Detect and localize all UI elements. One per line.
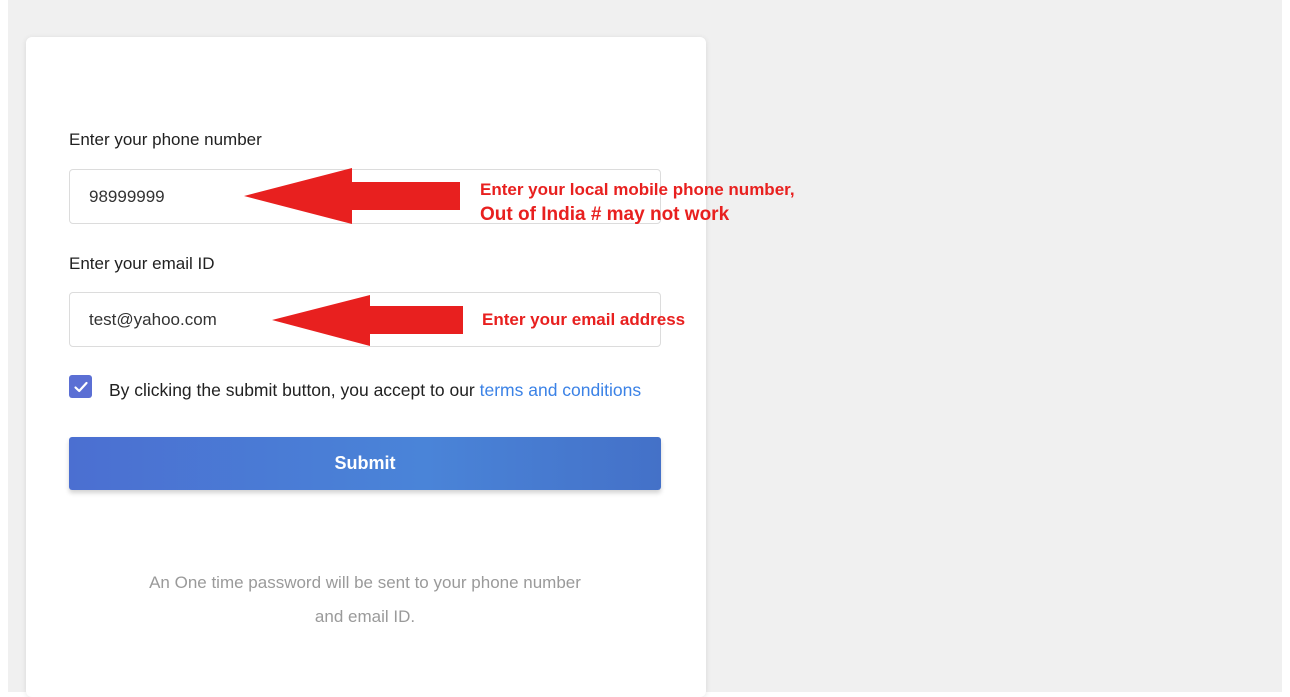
annotation-arrows xyxy=(244,168,463,346)
email-annotation: Enter your email address xyxy=(482,310,686,329)
phone-annotation-line-1: Enter your local mobile phone number, xyxy=(480,180,795,199)
phone-annotation-line-2: Out of India # may not work xyxy=(480,204,730,225)
email-arrow-icon xyxy=(272,295,463,346)
phone-arrow-icon xyxy=(244,168,460,224)
